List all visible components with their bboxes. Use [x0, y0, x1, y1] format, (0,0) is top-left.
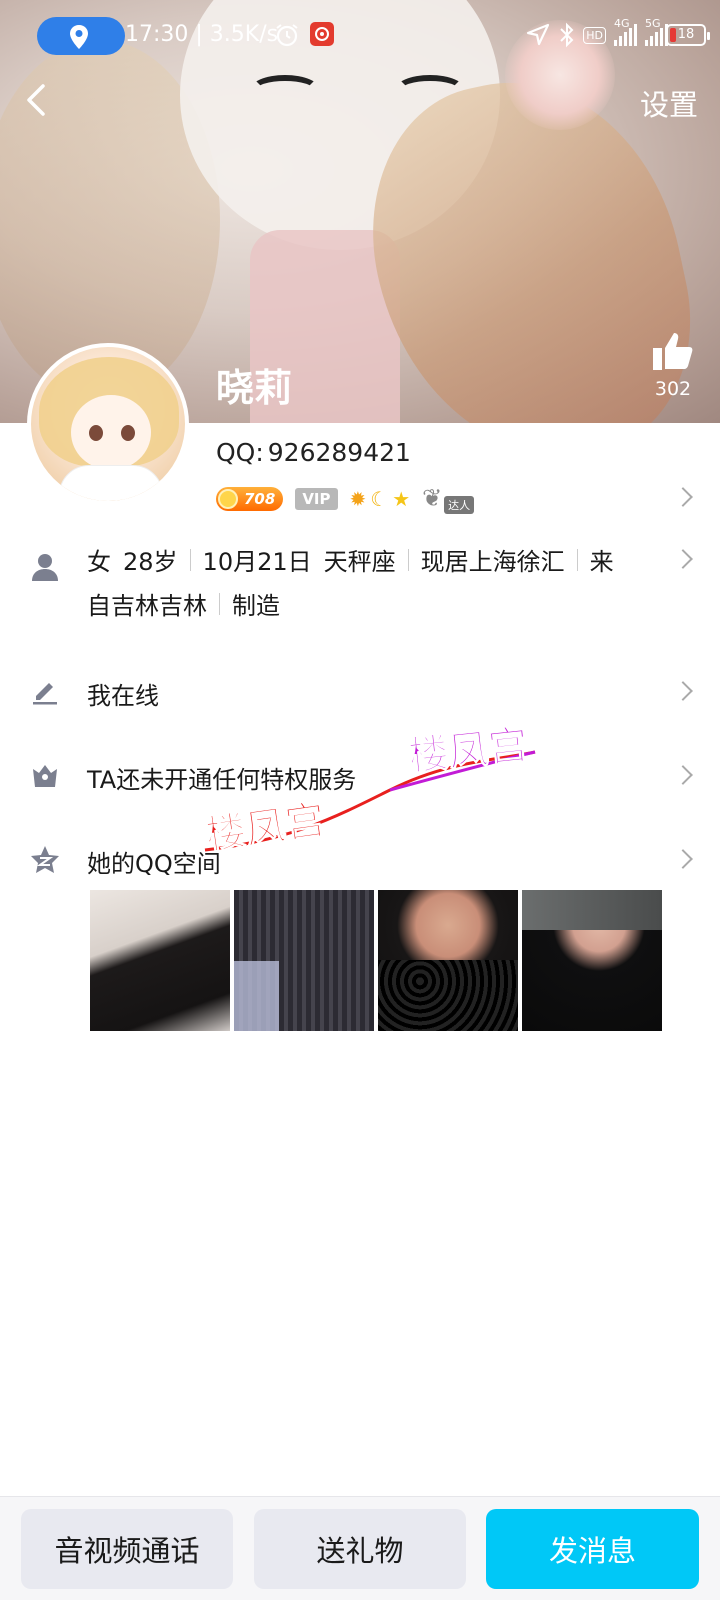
- avatar[interactable]: [27, 343, 189, 505]
- net-4g-label: 4G: [614, 17, 630, 30]
- daren-badge: ❦ 达人: [422, 484, 486, 514]
- battery-icon: 18: [666, 24, 710, 46]
- online-status-row[interactable]: 我在线: [0, 668, 720, 718]
- divider: [576, 548, 578, 571]
- qq-number: 926289421: [267, 438, 411, 467]
- bottom-action-bar: 音视频通话 送礼物 发消息: [0, 1496, 720, 1600]
- divider: [407, 548, 409, 571]
- qq-number-row[interactable]: QQ: 926289421: [216, 438, 411, 467]
- profile-page: 17:30 | 3.5K/s HD 4G 5G 18 设置 302 晓莉 QQ:…: [0, 0, 720, 1600]
- vip-badge: VIP: [295, 488, 338, 510]
- hometown-prefix: 来: [589, 548, 614, 576]
- location-pin-icon: [70, 25, 88, 49]
- qzone-photo[interactable]: [90, 890, 230, 1031]
- send-gift-button[interactable]: 送礼物: [254, 1509, 466, 1589]
- hd-badge: HD: [583, 26, 606, 44]
- bluetooth-icon: [560, 22, 574, 48]
- chevron-right-icon[interactable]: [673, 487, 693, 507]
- qzone-photo[interactable]: [522, 890, 662, 1031]
- status-bar: 17:30 | 3.5K/s HD 4G 5G 18: [0, 0, 720, 72]
- qzone-photo[interactable]: [378, 890, 518, 1031]
- level-value: 708: [244, 490, 276, 508]
- moon-icon: ☾: [370, 487, 389, 511]
- crown-icon: [33, 765, 57, 787]
- nickname: 晓莉: [216, 366, 293, 410]
- info-line-2: 自吉林吉林 制造: [87, 586, 280, 621]
- online-status-text: 我在线: [87, 682, 159, 710]
- personal-info-row[interactable]: 女 28岁 10月21日 天秤座 现居上海徐汇 来 自吉林吉林 制造: [0, 540, 720, 630]
- send-message-button[interactable]: 发消息: [486, 1509, 699, 1589]
- music-app-icon: [310, 22, 334, 46]
- birthday: 10月21日: [202, 548, 312, 576]
- like-count: 302: [654, 378, 692, 400]
- badges-row[interactable]: 708 VIP ✹ ☾ ★ ❦ 达人: [216, 482, 486, 516]
- occupation: 制造: [232, 592, 280, 620]
- location-pill[interactable]: [37, 17, 125, 55]
- qzone-photo-strip: [90, 890, 662, 1031]
- pencil-icon: [33, 683, 57, 705]
- coin-icon: [218, 489, 238, 509]
- signal-4g: 4G: [614, 18, 637, 46]
- sun-icon: ✹: [349, 487, 367, 511]
- cover-eye-left: [250, 75, 320, 105]
- signal-5g: 5G: [645, 18, 668, 46]
- back-button[interactable]: [18, 80, 58, 120]
- gender: 女: [87, 548, 111, 576]
- qzone-star-icon: [31, 846, 59, 873]
- avatar-eye-left: [89, 425, 103, 441]
- star-icon: ★: [392, 487, 411, 511]
- like-button[interactable]: 302: [648, 330, 698, 400]
- chevron-right-icon: [673, 849, 693, 869]
- current-location: 现居上海徐汇: [420, 548, 565, 576]
- wing-icon: ❦: [422, 484, 443, 512]
- qzone-photo[interactable]: [234, 890, 374, 1031]
- status-right-icons: HD 4G 5G: [525, 18, 668, 50]
- daren-label: 达人: [444, 496, 475, 514]
- avatar-face: [71, 395, 151, 470]
- net-5g-label: 5G: [645, 17, 661, 30]
- navigation-arrow-icon: [527, 23, 550, 46]
- qq-label: QQ:: [216, 438, 264, 467]
- battery-level: 18: [677, 27, 695, 42]
- status-time-speed: 17:30 | 3.5K/s: [125, 22, 279, 47]
- thumbs-up-icon: [653, 333, 693, 370]
- chevron-right-icon: [673, 765, 693, 785]
- person-icon: [32, 554, 58, 581]
- video-call-button[interactable]: 音视频通话: [21, 1509, 233, 1589]
- divider: [219, 592, 220, 615]
- info-line-1: 女 28岁 10月21日 天秤座 现居上海徐汇 来: [87, 542, 614, 577]
- activity-icons: ✹ ☾ ★: [350, 487, 411, 511]
- level-badge: 708: [216, 487, 284, 511]
- settings-button[interactable]: 设置: [640, 82, 698, 124]
- hometown: 自吉林吉林: [87, 592, 207, 620]
- alarm-icon: [276, 24, 298, 47]
- chevron-left-icon: [27, 84, 45, 116]
- divider: [189, 548, 191, 571]
- age: 28岁: [123, 548, 178, 576]
- avatar-shirt: [59, 465, 163, 501]
- avatar-eye-right: [121, 425, 135, 441]
- zodiac: 天秤座: [323, 548, 396, 576]
- chevron-right-icon: [673, 681, 693, 701]
- chevron-right-icon: [673, 549, 693, 569]
